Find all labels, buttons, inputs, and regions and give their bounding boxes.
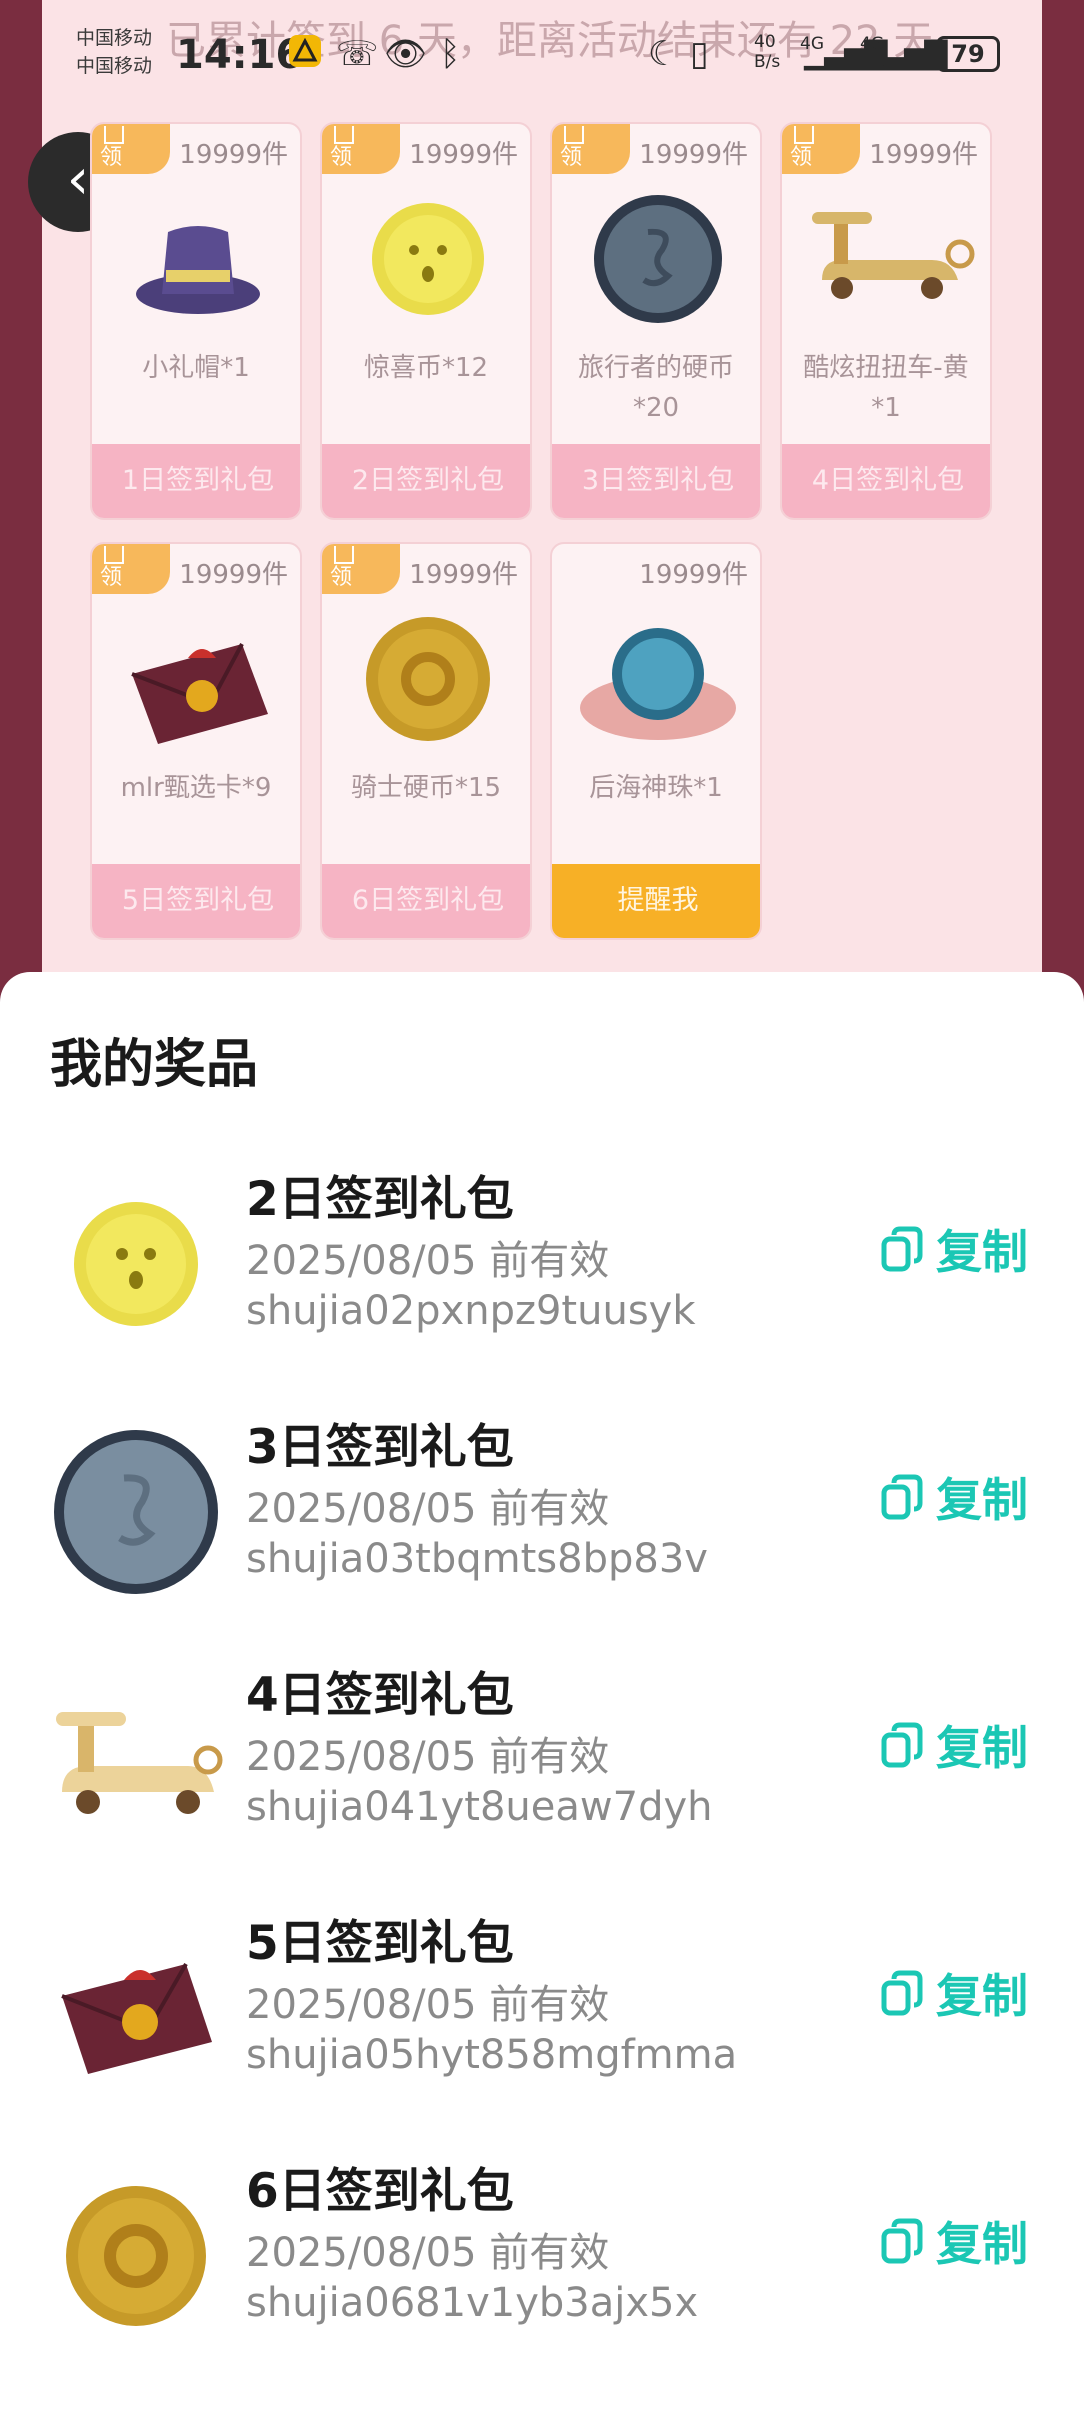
claim-tag: 领	[322, 544, 400, 594]
copy-icon	[881, 1226, 923, 1272]
copy-button[interactable]: 复制	[880, 2206, 1028, 2276]
knight-coin-icon	[322, 604, 530, 754]
reward-footer[interactable]: 2日签到礼包	[322, 444, 530, 518]
stock-count: 19999件	[639, 560, 748, 590]
claim-tag: 领	[782, 124, 860, 174]
network-speed: 40 B/s	[754, 32, 781, 72]
prize-name: 5日签到礼包	[246, 1916, 514, 1971]
prize-name: 4日签到礼包	[246, 1668, 514, 1723]
stock-count: 19999件	[869, 140, 978, 170]
prize-name: 6日签到礼包	[246, 2164, 514, 2219]
remind-me-button[interactable]: 提醒我	[552, 864, 760, 938]
prize-code: shujia0681v1yb3ajx5x	[246, 2280, 699, 2326]
claim-tag: 领	[322, 124, 400, 174]
stock-count: 19999件	[409, 140, 518, 170]
prize-expiry: 2025/08/05 前有效	[246, 2230, 610, 2276]
prize-expiry: 2025/08/05 前有效	[246, 1238, 610, 1284]
copy-icon	[881, 1722, 923, 1768]
envelope-card-icon	[92, 604, 300, 754]
copy-button[interactable]: 复制	[880, 1958, 1028, 2028]
scooter-icon	[48, 1672, 224, 1848]
copy-button[interactable]: 复制	[880, 1710, 1028, 1780]
hd-call-icon: ☏	[336, 34, 379, 74]
signal-2-icon: ▁▃▅▇	[864, 36, 947, 71]
prize-name: 2日签到礼包	[246, 1172, 514, 1227]
reward-name: 酷炫扭扭车-黄*1	[803, 353, 969, 423]
reward-name: 旅行者的硬币*20	[577, 353, 734, 423]
background-page: 已累计签到 6 天，距离活动结束还有 22 天 中国移动 中国移动 14:16 …	[0, 0, 1084, 1000]
stock-count: 19999件	[409, 560, 518, 590]
prize-item: 2日签到礼包 2025/08/05 前有效 shujia02pxnpz9tuus…	[0, 1160, 1084, 1390]
top-hat-icon	[92, 184, 300, 334]
copy-button[interactable]: 复制	[880, 1214, 1028, 1284]
reward-card-day4[interactable]: 领 19999件 酷炫扭扭车-黄*1 4日签到礼包	[780, 122, 992, 520]
stock-count: 19999件	[639, 140, 748, 170]
carrier-2: 中国移动	[76, 55, 153, 77]
reward-card-day5[interactable]: 领 19999件 mlr甄选卡*9 5日签到礼包	[90, 542, 302, 940]
reward-footer[interactable]: 3日签到礼包	[552, 444, 760, 518]
status-bar: 中国移动 中国移动 14:16 ☏ 👁 ᛒ ☾ ▯ 40 B/s 4G ▁▃▅▇…	[0, 20, 1084, 90]
prize-expiry: 2025/08/05 前有效	[246, 1982, 610, 2028]
copy-icon	[881, 1970, 923, 2016]
reward-name: 后海神珠*1	[589, 773, 723, 803]
reward-card-day1[interactable]: 领 19999件 小礼帽*1 1日签到礼包	[90, 122, 302, 520]
prize-expiry: 2025/08/05 前有效	[246, 1734, 610, 1780]
reward-name: 小礼帽*1	[142, 353, 250, 383]
stock-count: 19999件	[179, 560, 288, 590]
copy-icon	[881, 2218, 923, 2264]
chevron-left-icon: ‹	[66, 147, 90, 212]
clock: 14:16	[176, 32, 304, 78]
surprise-coin-icon	[322, 184, 530, 334]
prize-item: 4日签到礼包 2025/08/05 前有效 shujia041yt8ueaw7d…	[0, 1656, 1084, 1886]
prize-code: shujia041yt8ueaw7dyh	[246, 1784, 713, 1830]
reward-footer[interactable]: 4日签到礼包	[782, 444, 990, 518]
stock-count: 19999件	[179, 140, 288, 170]
traveler-coin-icon	[48, 1424, 224, 1600]
reward-card-day3[interactable]: 领 19999件 旅行者的硬币*20 3日签到礼包	[550, 122, 762, 520]
carrier-1: 中国移动	[76, 27, 153, 49]
claim-tag: 领	[92, 124, 170, 174]
claim-tag: 领	[92, 544, 170, 594]
prize-item: 3日签到礼包 2025/08/05 前有效 shujia03tbqmts8bp8…	[0, 1408, 1084, 1638]
prize-code: shujia05hyt858mgfmma	[246, 2032, 738, 2078]
prize-expiry: 2025/08/05 前有效	[246, 1486, 610, 1532]
bluetooth-icon: ᛒ	[440, 34, 461, 74]
prize-code: shujia02pxnpz9tuusyk	[246, 1288, 696, 1334]
reward-footer[interactable]: 1日签到礼包	[92, 444, 300, 518]
reward-footer[interactable]: 5日签到礼包	[92, 864, 300, 938]
copy-button[interactable]: 复制	[880, 1462, 1028, 1532]
carrier-labels: 中国移动 中国移动	[76, 24, 152, 80]
pearl-shell-icon	[552, 604, 760, 754]
reward-footer[interactable]: 6日签到礼包	[322, 864, 530, 938]
app-notification-icon	[288, 34, 322, 77]
reward-card-day7[interactable]: 19999件 后海神珠*1 提醒我	[550, 542, 762, 940]
prize-name: 3日签到礼包	[246, 1420, 514, 1475]
prize-item: 5日签到礼包 2025/08/05 前有效 shujia05hyt858mgfm…	[0, 1904, 1084, 2134]
sheet-title: 我的奖品	[50, 1035, 259, 1095]
prize-code: shujia03tbqmts8bp83v	[246, 1536, 708, 1582]
reward-name: mlr甄选卡*9	[120, 773, 272, 803]
claim-tag: 领	[552, 124, 630, 174]
reward-name: 惊喜币*12	[363, 353, 489, 383]
eye-icon: 👁	[384, 34, 428, 74]
copy-icon	[881, 1474, 923, 1520]
surprise-coin-icon	[48, 1176, 224, 1352]
my-prizes-sheet: 我的奖品 2日签到礼包 2025/08/05 前有效 shujia02pxnpz…	[0, 972, 1084, 2412]
traveler-coin-icon	[552, 184, 760, 334]
battery-icon: 79	[936, 36, 1000, 72]
prize-item: 6日签到礼包 2025/08/05 前有效 shujia0681v1yb3ajx…	[0, 2152, 1084, 2382]
reward-card-day2[interactable]: 领 19999件 惊喜币*12 2日签到礼包	[320, 122, 532, 520]
envelope-card-icon	[48, 1920, 224, 2096]
reward-name: 骑士硬币*15	[350, 773, 502, 803]
scooter-icon	[782, 184, 990, 334]
moon-icon: ☾	[648, 34, 679, 74]
knight-coin-icon	[48, 2168, 224, 2344]
vibrate-icon: ▯	[690, 34, 709, 74]
reward-card-day6[interactable]: 领 19999件 骑士硬币*15 6日签到礼包	[320, 542, 532, 940]
